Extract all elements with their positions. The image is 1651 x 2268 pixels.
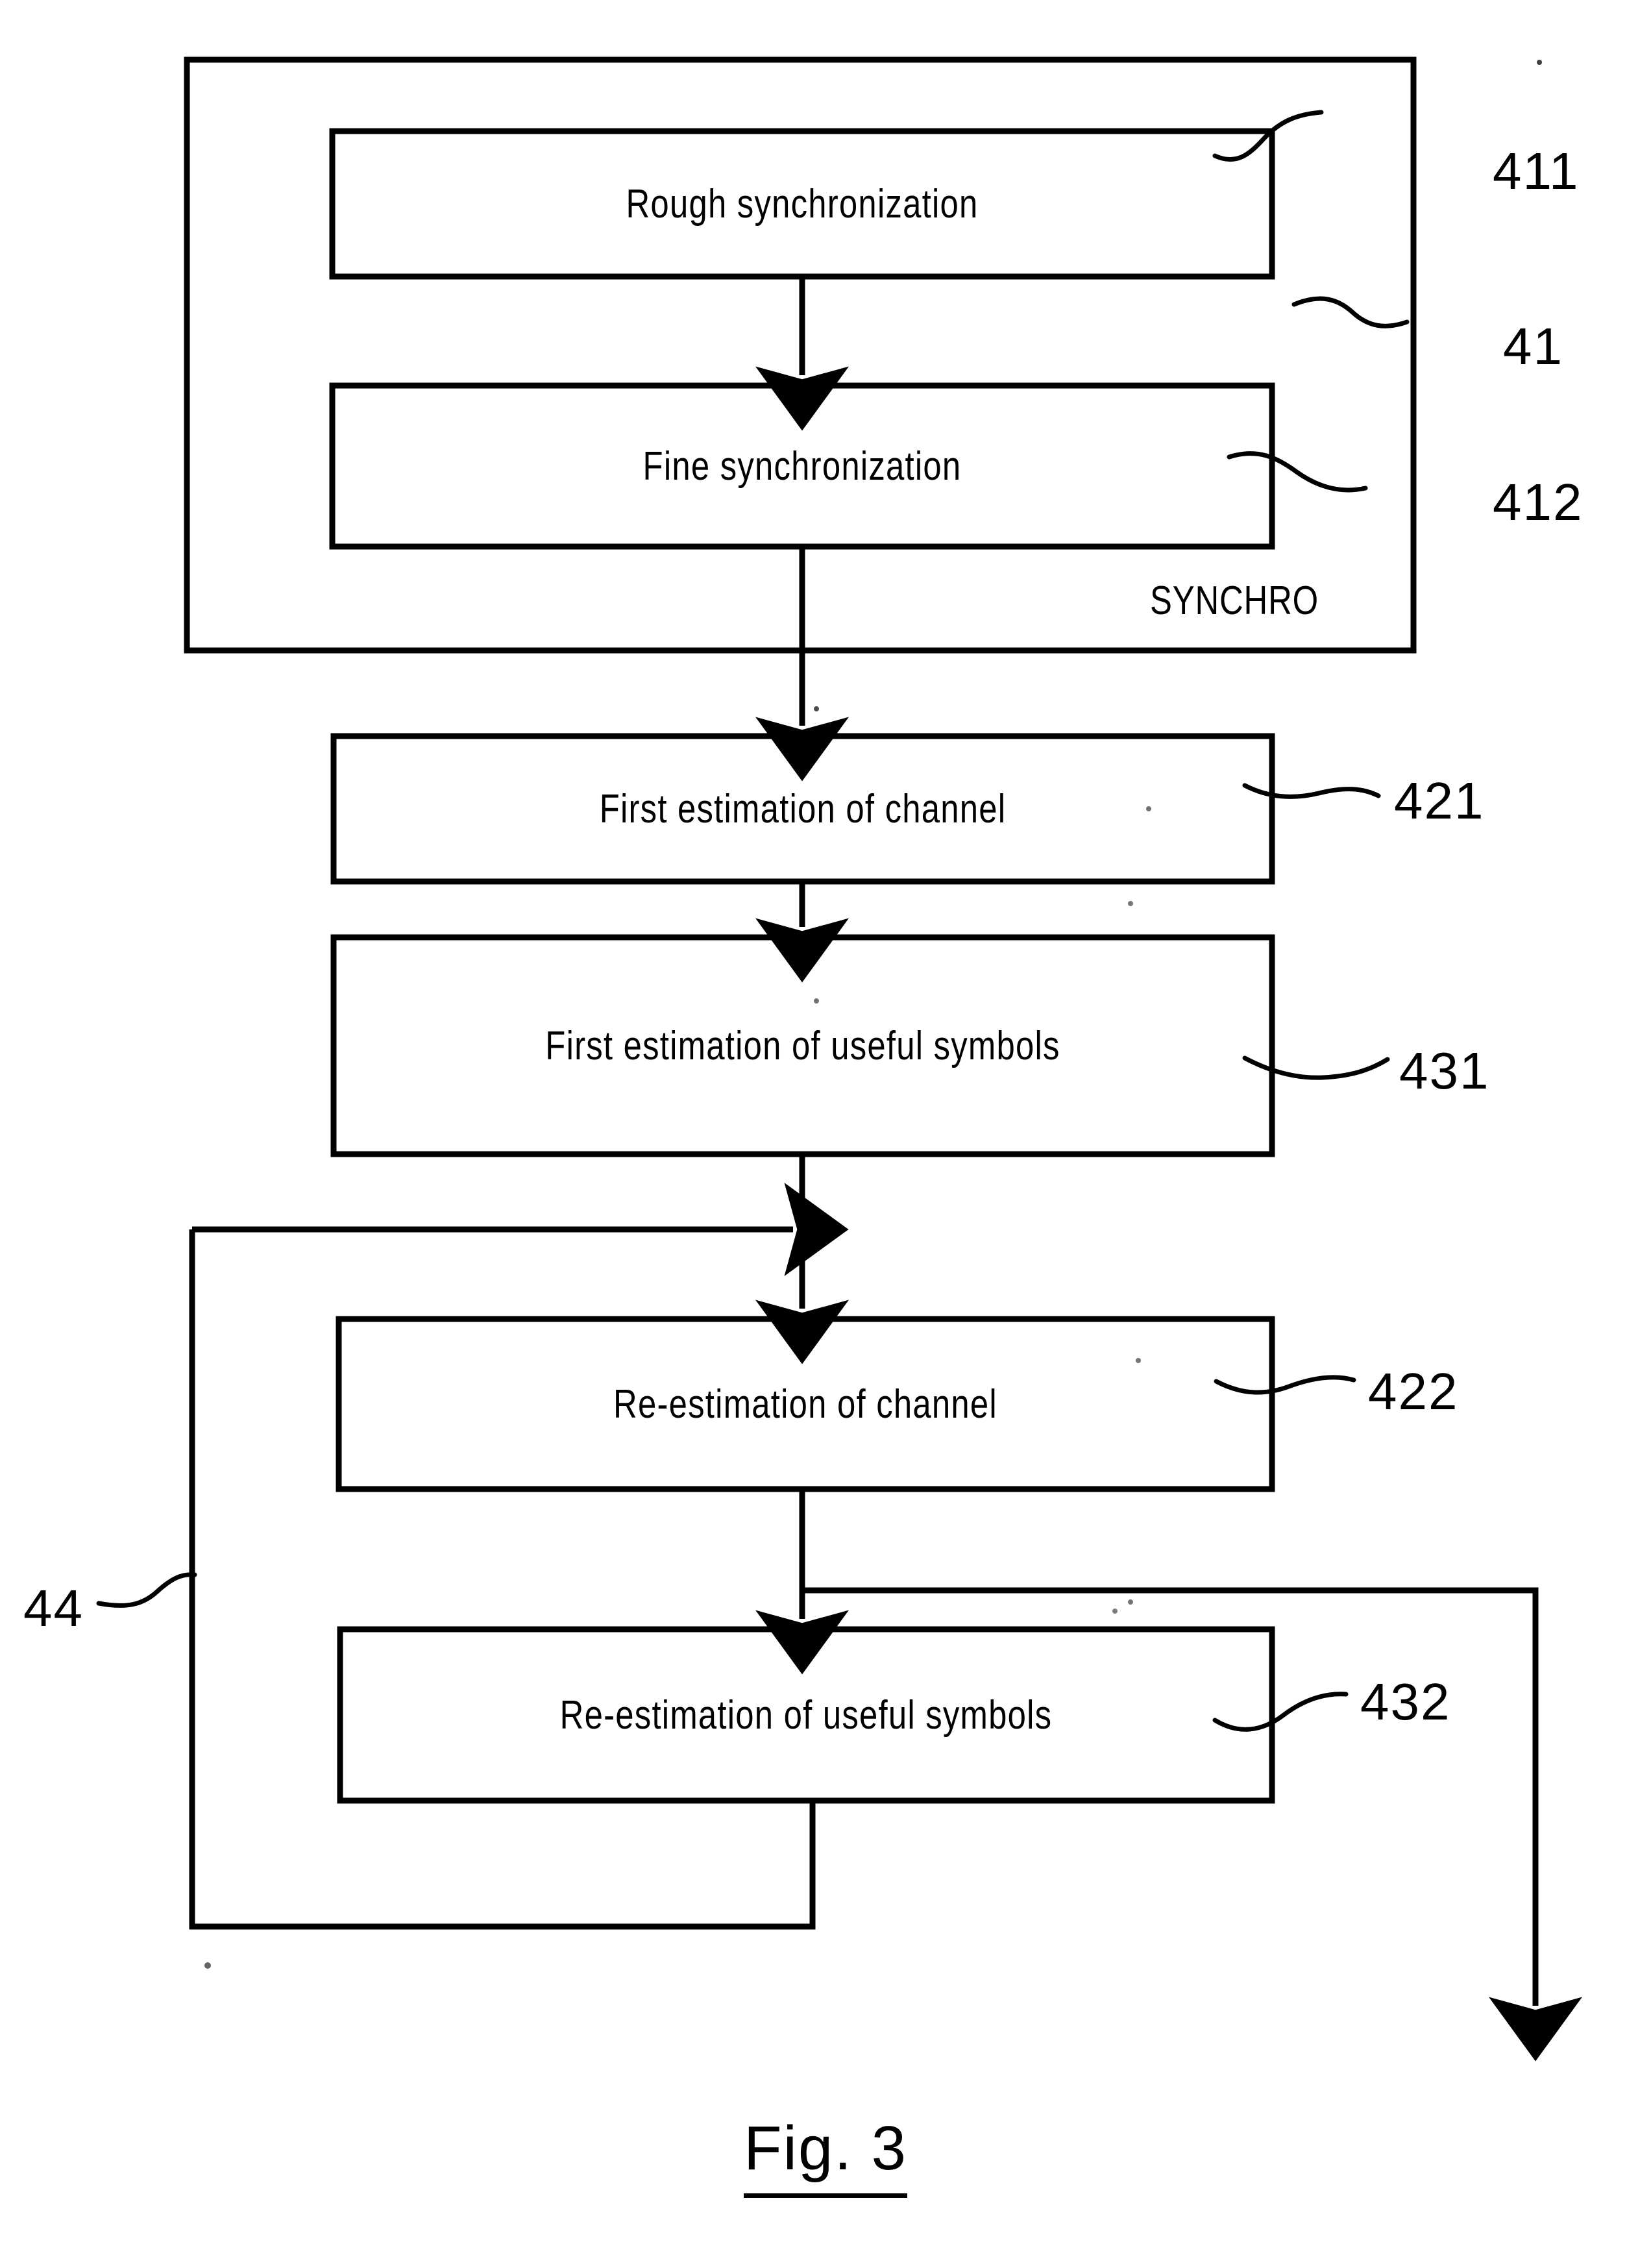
ref-numeral-44: 44 [23,1579,84,1637]
figure-caption-text: Fig. 3 [743,2114,908,2198]
ref-numeral-411: 411 [1493,142,1580,200]
ref-numeral-412: 412 [1493,473,1584,531]
leader-line-41 [1291,296,1410,328]
scan-speckle [1128,901,1133,906]
block-432-label: Re-estimation of useful symbols [559,1692,1053,1738]
leader-line-44 [96,1572,197,1608]
block-431-label: First estimation of useful symbols [545,1023,1060,1068]
ref-numeral-421: 421 [1394,772,1485,830]
ref-numeral-41: 41 [1503,317,1563,375]
scan-speckle [204,1962,211,1969]
block-421-label: First estimation of channel [599,786,1007,832]
ref-numeral-432: 432 [1360,1673,1451,1731]
scan-speckle [814,706,819,711]
scan-speckle [1537,60,1542,65]
ref-numeral-422: 422 [1368,1362,1459,1420]
ref-numeral-431: 431 [1399,1042,1490,1100]
scan-speckle [1128,1599,1133,1605]
patent-figure-page: Rough synchronization Fine synchronizati… [0,0,1651,2268]
block-412-label: Fine synchronization [642,443,962,489]
block-422-label: Re-estimation of channel [613,1381,997,1427]
figure-caption: Fig. 3 [0,2113,1651,2198]
scan-speckle [1112,1609,1118,1614]
synchro-group-label: SYNCHRO [1150,578,1319,623]
block-411-label: Rough synchronization [626,181,979,227]
